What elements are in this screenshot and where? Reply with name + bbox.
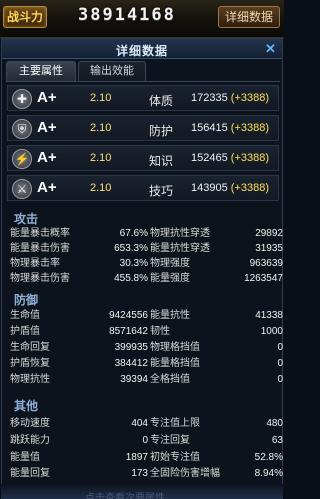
- stat-bonus: (+3388): [230, 92, 270, 104]
- stat-name: 技巧: [149, 184, 174, 198]
- power-label: 战斗力: [3, 6, 47, 28]
- tab-divider: [6, 81, 280, 82]
- close-icon[interactable]: ✕: [262, 41, 279, 56]
- stat-row: 能量暴击概率 67.6%: [10, 228, 148, 239]
- stat-row: 生命回复 399935: [10, 342, 148, 353]
- stat-row: 生命值 9424556: [10, 310, 148, 321]
- stat-ratio: 2.10: [90, 182, 112, 194]
- stat-ratio: 2.10: [90, 122, 112, 134]
- stat-row: 移动速度 404: [10, 418, 148, 429]
- detail-data-button[interactable]: 详细数据: [218, 6, 280, 28]
- core-stat-row: ⛨ A+ 2.10 防护 156415 (+3388): [7, 115, 279, 141]
- stat-bonus: (+3388): [230, 152, 270, 164]
- stat-row: 能量抗性 41338: [150, 310, 283, 321]
- stat-ratio: 2.10: [90, 92, 112, 104]
- stat-grade: A+: [37, 89, 57, 106]
- wand-icon: ⚡: [12, 149, 32, 169]
- stat-row: 能量抗性穿透 31935: [150, 243, 283, 254]
- stat-value: 143905 (+3388): [191, 182, 270, 194]
- sword-icon: ⚔: [12, 179, 32, 199]
- core-stat-row: ⚡ A+ 2.10 知识 152465 (+3388): [7, 145, 279, 171]
- stat-row: 能量暴击伤害 653.3%: [10, 243, 148, 254]
- stat-value: 152465 (+3388): [191, 152, 270, 164]
- stat-name: 知识: [149, 154, 174, 168]
- stat-row: 物理强度 963639: [150, 258, 283, 269]
- panel-header: 详细数据 ✕: [2, 39, 282, 59]
- stat-row: 能量回复 173: [10, 468, 148, 479]
- stat-row: 专注值上限 480: [150, 418, 283, 429]
- stat-grade: A+: [37, 119, 57, 136]
- stat-row: 全格挡值 0: [150, 374, 283, 385]
- stat-row: 韧性 1000: [150, 326, 283, 337]
- stat-ratio: 2.10: [90, 152, 112, 164]
- health-cross-icon: ✚: [12, 89, 32, 109]
- panel-title: 详细数据: [115, 44, 168, 58]
- stat-name: 体质: [149, 94, 174, 108]
- stat-row: 物理暴击率 30.3%: [10, 258, 148, 269]
- stat-bonus: (+3388): [230, 122, 270, 134]
- stat-row: 跳跃能力 0: [10, 435, 148, 446]
- detail-panel: 详细数据 ✕ 主要属性 输出效能 ✚ A+ 2.10 体质 172335 (+3…: [1, 38, 283, 499]
- stat-row: 专注回复 63: [150, 435, 283, 446]
- tab-main-attributes[interactable]: 主要属性: [6, 61, 76, 81]
- stat-name: 防护: [149, 124, 174, 138]
- tab-output-efficiency[interactable]: 输出效能: [78, 61, 146, 81]
- power-value: 38914168: [78, 5, 176, 25]
- stat-grade: A+: [37, 179, 57, 196]
- stat-row: 物理暴击伤害 455.8%: [10, 273, 148, 284]
- stat-grade: A+: [37, 149, 57, 166]
- stat-row: 能量值 1897: [10, 452, 148, 463]
- section-title-other: 其他: [14, 399, 39, 413]
- stat-value: 172335 (+3388): [191, 92, 270, 104]
- stat-value: 156415 (+3388): [191, 122, 270, 134]
- shield-icon: ⛨: [12, 119, 32, 139]
- section-title-attack: 攻击: [14, 212, 39, 226]
- stat-row: 护盾值 8571642: [10, 326, 148, 337]
- core-stat-row: ✚ A+ 2.10 体质 172335 (+3388): [7, 85, 279, 111]
- secondary-attributes-link[interactable]: 点击查看次要属性: [85, 489, 165, 499]
- stat-row: 初始专注值 52.8%: [150, 452, 283, 463]
- stat-bonus: (+3388): [230, 182, 270, 194]
- stat-row: 护盾恢复 384412: [10, 358, 148, 369]
- stat-row: 能量格挡值 0: [150, 358, 283, 369]
- stat-row: 物理抗性穿透 29892: [150, 228, 283, 239]
- section-title-defense: 防御: [14, 293, 39, 307]
- stat-row: 物理抗性 39394: [10, 374, 148, 385]
- stat-row: 能量强度 1263547: [150, 273, 283, 284]
- stat-row: 物理格挡值 0: [150, 342, 283, 353]
- core-stat-row: ⚔ A+ 2.10 技巧 143905 (+3388): [7, 175, 279, 201]
- stat-row: 全固险伤害增幅 8.94%: [150, 468, 283, 479]
- top-bar: 战斗力 38914168 详细数据: [0, 0, 284, 38]
